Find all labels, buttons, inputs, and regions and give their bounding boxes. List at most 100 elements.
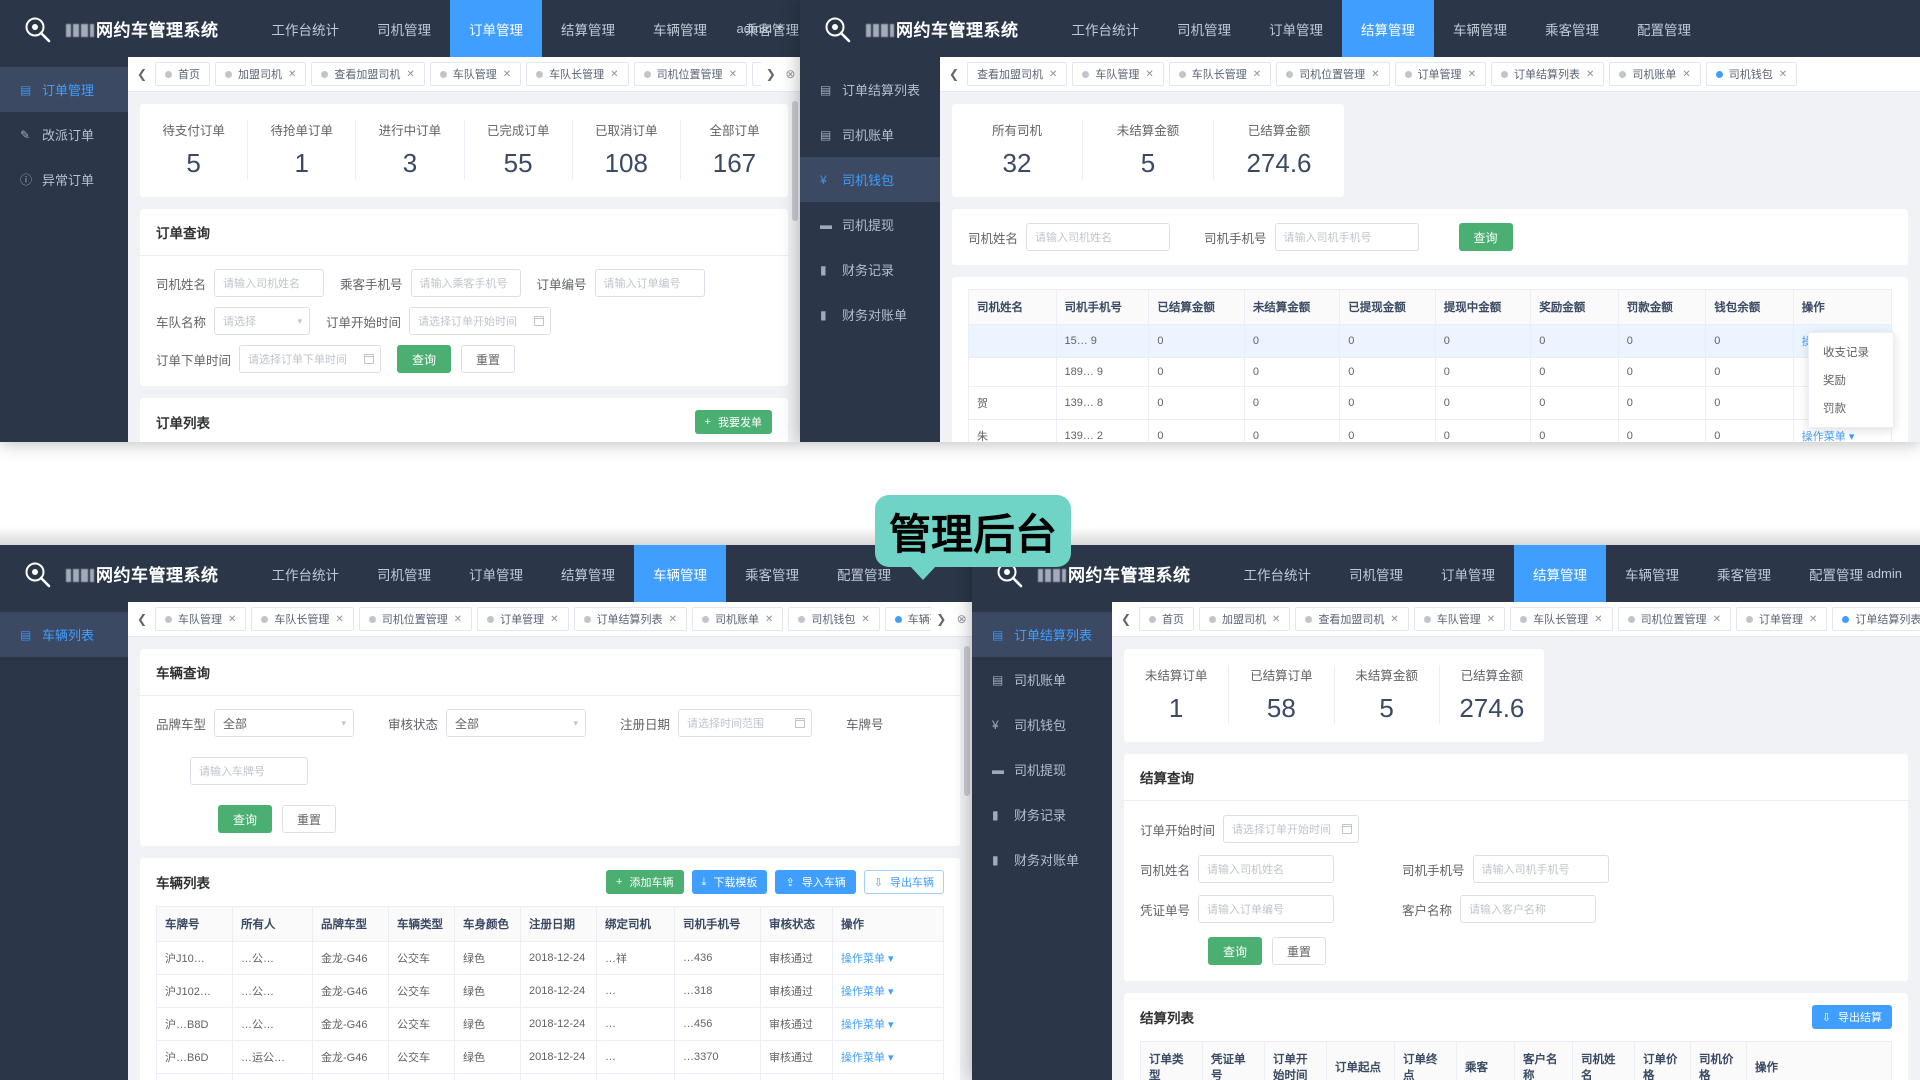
field-audit-status[interactable]: 审核状态 全部 ▾ xyxy=(388,709,587,737)
tab-6[interactable]: 司机钱包 ✕ xyxy=(788,607,880,631)
table-row[interactable]: 沪…B8D …公… 金龙-G46 公交车 绿色 2018-12-24 … …45… xyxy=(156,1007,944,1041)
download-template-button[interactable]: ⤓ 下载模板 xyxy=(691,870,768,894)
close-icon[interactable]: ✕ xyxy=(1713,614,1721,625)
field-passenger-phone[interactable]: 乘客手机号 请输入乘客手机号 xyxy=(340,269,521,297)
nav-item-3[interactable]: 结算管理 xyxy=(1514,545,1606,602)
tab-0[interactable]: 首页 xyxy=(155,62,210,86)
tab-1[interactable]: 车队管理 ✕ xyxy=(1072,62,1164,86)
export-vehicle-button[interactable]: ⇩ 导出车辆 xyxy=(863,870,944,894)
logo-area[interactable]: 网约车管理系统 xyxy=(0,14,219,44)
logo-area[interactable]: 网约车管理系统 xyxy=(800,14,1019,44)
sidebar-item-2[interactable]: ¥ 司机钱包 xyxy=(972,702,1112,747)
tab-6[interactable]: 订单管理✕ xyxy=(1735,607,1828,631)
menu-item-penalty[interactable]: 罚款 xyxy=(1809,394,1893,422)
driver-name-input[interactable]: 请输入司机姓名 xyxy=(1198,855,1335,883)
nav-item-3[interactable]: 结算管理 xyxy=(542,0,634,57)
sidebar-item-5[interactable]: ▮ 财务对账单 xyxy=(800,292,940,337)
driver-phone-input[interactable]: 请输入司机手机号 xyxy=(1472,855,1609,883)
close-icon[interactable]: ✕ xyxy=(1272,614,1280,625)
table-row[interactable]: 沪J102… …公… 金龙-G46 公交车 绿色 2018-12-24 … …3… xyxy=(156,974,944,1008)
tab-2[interactable]: 查看加盟司机 ✕ xyxy=(311,62,425,86)
op-menu-trigger[interactable]: 操作菜单 ▾ xyxy=(841,1052,894,1064)
order-no-input[interactable]: 请输入订单编号 xyxy=(594,269,705,297)
tabs-scroll-right-icon[interactable]: ❯ xyxy=(931,602,951,637)
tabs-list[interactable]: 车队管理 ✕ 车队长管理 ✕ 司机位置管理 ✕ 订单管理 ✕ 订单结算列表 ✕ 司机账单 ✕… xyxy=(152,607,932,631)
content-scrollbar[interactable] xyxy=(792,101,798,221)
sidebar[interactable]: ▤ 订单结算列表 ▤ 司机账单 ¥ 司机钱包 ▬ 司机提现 ▮ 财务记录 ▮ 财务对账单 xyxy=(800,57,940,442)
nav-item-4[interactable]: 车辆管理 xyxy=(634,545,726,602)
sidebar-item-0[interactable]: ▤ 订单结算列表 xyxy=(800,67,940,112)
nav-item-0[interactable]: 工作台统计 xyxy=(253,545,359,602)
close-icon[interactable]: ✕ xyxy=(1586,69,1594,80)
sidebar-item-0[interactable]: ▤ 订单管理 xyxy=(0,67,128,112)
tab-7[interactable]: 车辆列表✕ xyxy=(884,607,932,631)
main-nav[interactable]: 工作台统计 司机管理 订单管理 结算管理 车辆管理 乘客管理 配置管理 xyxy=(253,545,911,602)
add-vehicle-button[interactable]: + 添加车辆 xyxy=(606,870,684,894)
main-nav[interactable]: 工作台统计 司机管理 订单管理 结算管理 车辆管理 乘客管理 配置管理 xyxy=(1225,545,1883,602)
tab-7[interactable]: 订单结算列表✕ xyxy=(1832,607,1920,631)
reset-button[interactable]: 重置 xyxy=(1272,937,1327,965)
tab-0[interactable]: 车队管理 ✕ xyxy=(155,607,247,631)
close-icon[interactable]: ✕ xyxy=(1371,69,1379,80)
start-time-datepicker[interactable]: 请选择订单开始时间 xyxy=(409,307,552,335)
sidebar-item-2[interactable]: ¥ 司机钱包 xyxy=(800,157,940,202)
sidebar-item-1[interactable]: ▤ 司机账单 xyxy=(800,112,940,157)
tab-2[interactable]: 车队长管理 ✕ xyxy=(1168,62,1272,86)
close-icon[interactable]: ✕ xyxy=(1809,614,1817,625)
tabs-scroll-left-icon[interactable]: ❮ xyxy=(1116,602,1136,637)
nav-item-3[interactable]: 结算管理 xyxy=(542,545,634,602)
nav-item-2[interactable]: 订单管理 xyxy=(450,545,542,602)
tab-0[interactable]: 首页 xyxy=(1139,607,1194,631)
tabs-list[interactable]: 查看加盟司机 ✕ 车队管理 ✕ 车队长管理 ✕ 司机位置管理 ✕ 订单管理 ✕ 订单结算列… xyxy=(964,62,1920,86)
table-row[interactable]: 15… 9 0 0 0 0 0 0 0 操作菜单 ▾ xyxy=(968,324,1893,358)
sidebar-item-2[interactable]: ⓘ 异常订单 xyxy=(0,157,128,202)
create-order-button[interactable]: + 我要发单 xyxy=(694,410,772,434)
nav-item-2[interactable]: 订单管理 xyxy=(1422,545,1514,602)
field-customer-name[interactable]: 客户名称 请输入客户名称 xyxy=(1402,895,1597,923)
tab-5[interactable]: 司机账单 ✕ xyxy=(691,607,784,631)
query-form[interactable]: 品牌车型 全部 ▾ 审核状态 全部 ▾ 注册日期 请选择时间范围 车牌号 请输入… xyxy=(140,696,960,846)
close-icon[interactable]: ✕ xyxy=(228,614,236,625)
field-voucher-no[interactable]: 凭证单号 请输入订单编号 xyxy=(1140,895,1335,923)
main-nav[interactable]: 工作台统计 司机管理 订单管理 结算管理 车辆管理 乘客管理 配置管理 xyxy=(253,0,801,57)
query-button[interactable]: 查询 xyxy=(1208,937,1263,965)
tab-0[interactable]: 查看加盟司机 ✕ xyxy=(967,62,1068,86)
nav-item-4[interactable]: 车辆管理 xyxy=(1434,0,1526,57)
sidebar-item-5[interactable]: ▮ 财务对账单 xyxy=(972,837,1112,882)
export-settlement-button[interactable]: ⇩ 导出结算 xyxy=(1811,1005,1892,1029)
reset-button[interactable]: 重置 xyxy=(282,805,337,833)
content-scrollbar[interactable] xyxy=(964,646,970,796)
nav-item-2[interactable]: 订单管理 xyxy=(450,0,542,57)
table-row[interactable]: 贺 139… 8 0 0 0 0 0 0 0 xyxy=(968,386,1893,420)
customer-name-input[interactable]: 请输入客户名称 xyxy=(1460,895,1597,923)
close-icon[interactable]: ✕ xyxy=(335,614,343,625)
close-icon[interactable]: ✕ xyxy=(729,69,737,80)
tab-3[interactable]: 订单管理 ✕ xyxy=(477,607,569,631)
op-menu-trigger[interactable]: 操作菜单 ▾ xyxy=(1802,431,1855,442)
tab-2[interactable]: 司机位置管理 ✕ xyxy=(358,607,473,631)
tabbar[interactable]: ❮ 查看加盟司机 ✕ 车队管理 ✕ 车队长管理 ✕ 司机位置管理 ✕ 订单管理 ✕ 订单结… xyxy=(940,57,1920,92)
close-icon[interactable]: ✕ xyxy=(1468,69,1476,80)
query-button[interactable]: 查询 xyxy=(397,345,452,373)
main-nav[interactable]: 工作台统计 司机管理 订单管理 结算管理 车辆管理 乘客管理 配置管理 xyxy=(1053,0,1711,57)
nav-item-0[interactable]: 工作台统计 xyxy=(1053,0,1159,57)
sidebar[interactable]: ▤ 车辆列表 xyxy=(0,602,128,1080)
field-brand-model[interactable]: 品牌车型 全部 ▾ xyxy=(156,709,355,737)
tabbar[interactable]: ❮ 车队管理 ✕ 车队长管理 ✕ 司机位置管理 ✕ 订单管理 ✕ 订单结算列表 ✕ 司机账… xyxy=(128,602,972,637)
tab-4[interactable]: 订单结算列表 ✕ xyxy=(573,607,687,631)
tab-6[interactable]: 订单管理✕ xyxy=(751,62,761,86)
nav-item-2[interactable]: 订单管理 xyxy=(1250,0,1342,57)
close-icon[interactable]: ✕ xyxy=(1253,69,1261,80)
nav-item-0[interactable]: 工作台统计 xyxy=(1225,545,1331,602)
start-time-datepicker[interactable]: 请选择订单开始时间 xyxy=(1223,815,1360,843)
driver-phone-input[interactable]: 请输入司机手机号 xyxy=(1274,223,1419,251)
tabs-scroll-left-icon[interactable]: ❮ xyxy=(132,602,152,637)
sidebar-item-0[interactable]: ▤ 订单结算列表 xyxy=(972,612,1112,657)
tab-4[interactable]: 订单管理 ✕ xyxy=(1394,62,1486,86)
tab-1[interactable]: 加盟司机 ✕ xyxy=(215,62,307,86)
nav-item-1[interactable]: 司机管理 xyxy=(1330,545,1422,602)
import-vehicle-button[interactable]: ⇪ 导入车辆 xyxy=(775,870,856,894)
nav-item-5[interactable]: 乘客管理 xyxy=(1698,545,1790,602)
close-icon[interactable]: ✕ xyxy=(861,614,869,625)
field-register-date[interactable]: 注册日期 请选择时间范围 xyxy=(620,709,813,737)
